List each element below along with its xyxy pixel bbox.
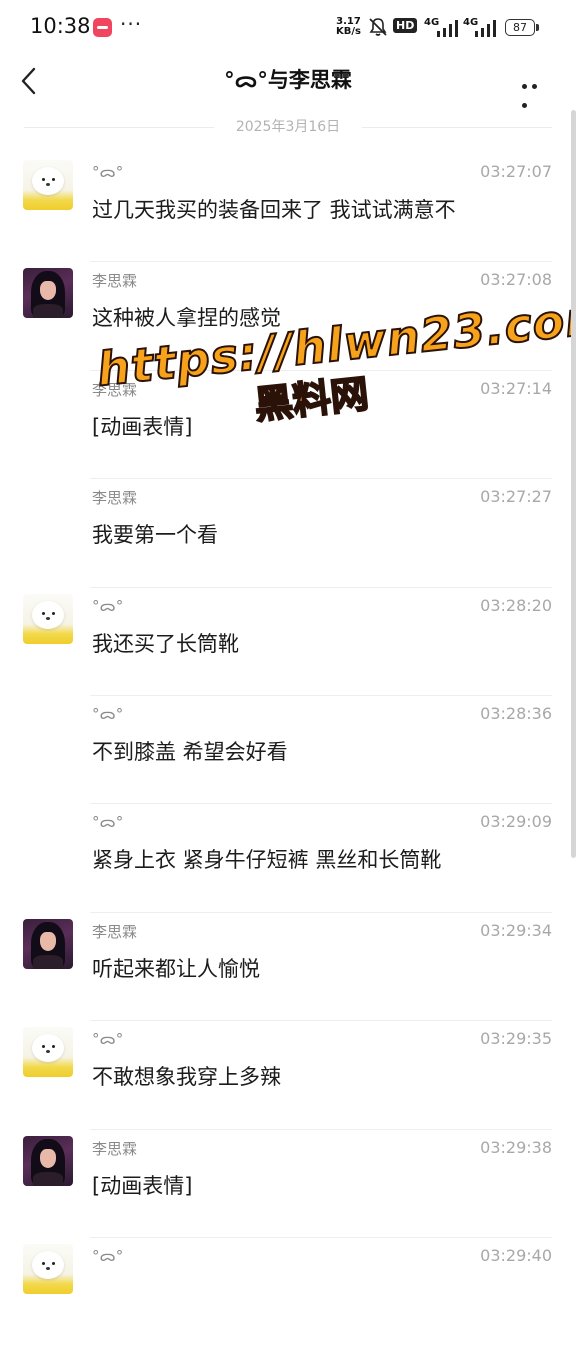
message-time: 03:29:35: [480, 1029, 552, 1049]
message-text: 不敢想象我穿上多辣: [92, 1065, 281, 1090]
sender-name: °ᯅ°: [92, 163, 124, 181]
scrollbar[interactable]: [571, 110, 576, 858]
message-row[interactable]: 李思霖 03:27:14 [动画表情]: [0, 371, 576, 480]
chat-header: °ᯅ°与李思霖: [0, 56, 576, 108]
more-notifications-icon: ···: [120, 12, 143, 36]
message-row[interactable]: 李思霖 03:29:34 听起来都让人愉悦: [0, 913, 576, 1022]
sender-name: 李思霖: [92, 380, 138, 399]
message-text: 我要第一个看: [92, 523, 218, 548]
mute-bell-icon: [369, 18, 387, 36]
message-row[interactable]: °ᯅ° 03:28:20 我还买了长筒靴: [0, 588, 576, 696]
message-row[interactable]: °ᯅ° 03:27:07 过几天我买的装备回来了 我试试满意不: [0, 154, 576, 263]
avatar-dog[interactable]: [23, 1243, 73, 1294]
date-separator: 2025年3月16日: [24, 116, 552, 138]
avatar-dog[interactable]: [23, 593, 73, 644]
message-row[interactable]: °ᯅ° 03:29:35 不敢想象我穿上多辣: [0, 1021, 576, 1130]
status-bar: 10:38 ··· 3.17 KB/s HD 4G 4G 87: [0, 0, 576, 56]
message-time: 03:29:09: [480, 812, 552, 832]
message-row[interactable]: °ᯅ° 03:29:09 紧身上衣 紧身牛仔短裤 黑丝和长筒靴: [0, 804, 576, 913]
status-time: 10:38: [30, 14, 91, 38]
message-time: 03:27:08: [480, 270, 552, 290]
date-label: 2025年3月16日: [229, 119, 347, 135]
message-text: 我还买了长筒靴: [92, 631, 239, 656]
sender-name: °ᯅ°: [92, 596, 124, 615]
avatar-dog[interactable]: [23, 160, 73, 210]
message-time: 03:29:38: [480, 1137, 552, 1157]
message-row[interactable]: 李思霖 03:27:27 我要第一个看: [0, 479, 576, 588]
message-text: 过几天我买的装备回来了 我试试满意不: [92, 198, 456, 222]
signal-strength-icon-1: [437, 20, 458, 37]
avatar-girl[interactable]: [23, 918, 73, 969]
sender-name: °ᯅ°: [92, 813, 124, 832]
more-options-icon[interactable]: [522, 74, 550, 108]
sender-name: 李思霖: [92, 272, 138, 291]
hd-voice-icon: HD: [393, 18, 418, 33]
message-time: 03:28:20: [480, 595, 552, 615]
sender-name: 李思霖: [92, 1139, 138, 1158]
avatar-girl[interactable]: [23, 1135, 73, 1186]
message-text: 听起来都让人愉悦: [92, 956, 260, 981]
message-row[interactable]: °ᯅ° 03:28:36 不到膝盖 希望会好看: [0, 696, 576, 805]
message-text: [动画表情]: [92, 414, 193, 439]
network-speed-unit: KB/s: [336, 26, 361, 37]
message-time: 03:28:36: [480, 703, 552, 723]
signal-strength-icon-2: [475, 20, 496, 37]
avatar-girl[interactable]: [23, 268, 73, 319]
sender-name: °ᯅ°: [92, 1030, 124, 1049]
message-time: 03:29:40: [480, 1245, 552, 1265]
app-notification-icon: [93, 18, 112, 37]
battery-icon: 87: [505, 19, 539, 36]
message-time: 03:27:27: [480, 487, 552, 507]
message-row[interactable]: 李思霖 03:29:38 [动画表情]: [0, 1130, 576, 1238]
network-speed: 3.17 KB/s: [336, 17, 361, 37]
message-list[interactable]: °ᯅ° 03:27:07 过几天我买的装备回来了 我试试满意不李思霖 03:27:08…: [0, 154, 576, 1346]
sender-name: 李思霖: [92, 922, 138, 941]
message-row[interactable]: °ᯅ° 03:29:40: [0, 1238, 576, 1346]
message-text: 不到膝盖 希望会好看: [92, 739, 288, 764]
sender-name: °ᯅ°: [92, 704, 124, 723]
message-time: 03:27:14: [480, 378, 552, 398]
sender-name: 李思霖: [92, 489, 138, 508]
message-text: 紧身上衣 紧身牛仔短裤 黑丝和长筒靴: [92, 848, 442, 873]
message-row[interactable]: 李思霖 03:27:08 这种被人拿捏的感觉: [0, 262, 576, 371]
sender-name: °ᯅ°: [92, 1246, 124, 1265]
message-text: [动画表情]: [92, 1173, 193, 1198]
message-time: 03:27:07: [480, 162, 552, 181]
page-title: °ᯅ°与李思霖: [224, 68, 352, 92]
message-text: 这种被人拿捏的感觉: [92, 306, 281, 331]
avatar-dog[interactable]: [23, 1027, 73, 1078]
message-time: 03:29:34: [480, 920, 552, 940]
